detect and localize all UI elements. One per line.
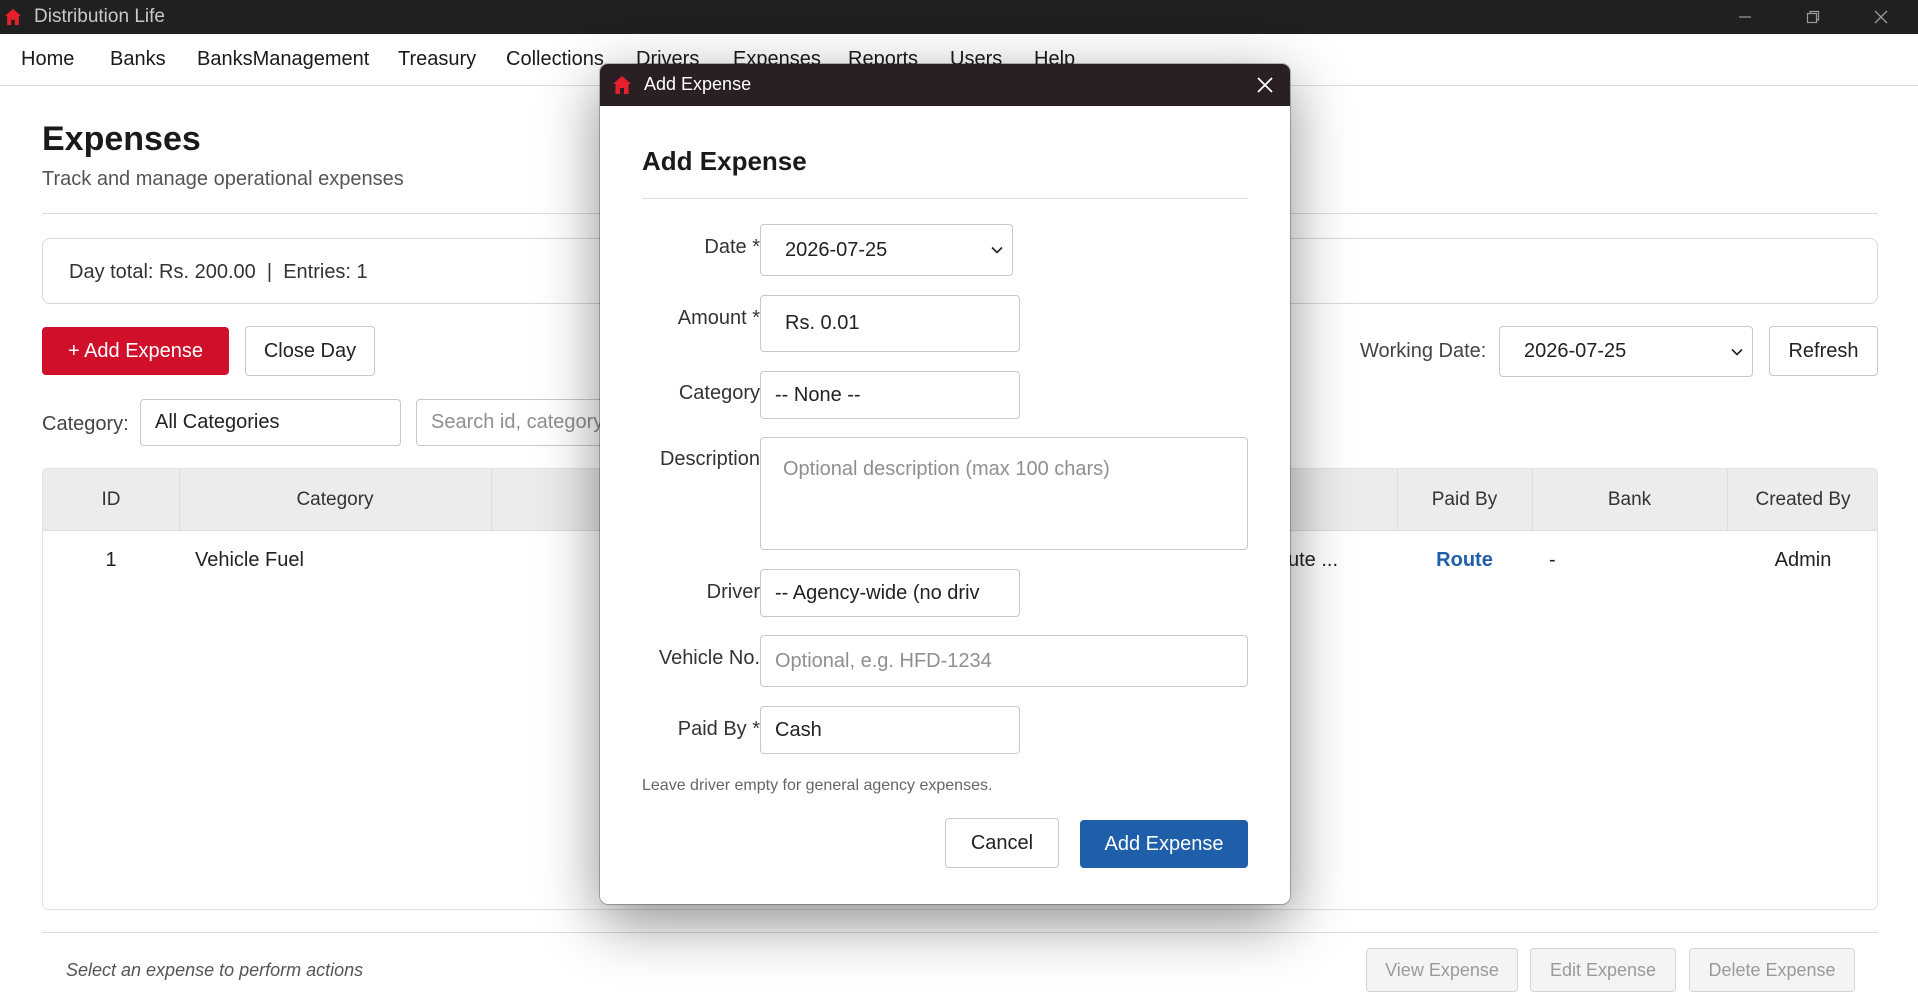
working-date-label: Working Date: bbox=[1360, 340, 1487, 362]
working-date-value: 2026-07-25 bbox=[1524, 340, 1627, 362]
close-icon[interactable] bbox=[1254, 74, 1276, 96]
home-icon bbox=[613, 76, 631, 94]
column-header-category[interactable]: Category bbox=[179, 489, 491, 511]
edit-expense-button[interactable]: Edit Expense bbox=[1530, 948, 1676, 992]
page-subtitle: Track and manage operational expenses bbox=[42, 168, 404, 190]
category-value: -- None -- bbox=[775, 383, 861, 406]
date-value: 2026-07-25 bbox=[785, 238, 888, 261]
driver-label: Driver bbox=[706, 581, 760, 603]
menu-home[interactable]: Home bbox=[21, 48, 74, 71]
menu-treasury[interactable]: Treasury bbox=[398, 48, 476, 71]
cell-paid-by: Route bbox=[1436, 549, 1493, 571]
description-textarea[interactable]: Optional description (max 100 chars) bbox=[760, 437, 1248, 550]
submit-add-expense-button[interactable]: Add Expense bbox=[1080, 820, 1248, 868]
view-expense-button[interactable]: View Expense bbox=[1366, 948, 1518, 992]
refresh-button[interactable]: Refresh bbox=[1769, 326, 1878, 376]
column-header-id[interactable]: ID bbox=[43, 489, 179, 511]
add-expense-button[interactable]: + Add Expense bbox=[42, 327, 229, 375]
window-title: Distribution Life bbox=[34, 6, 165, 27]
page-title: Expenses bbox=[42, 120, 201, 158]
category-select[interactable]: -- None -- bbox=[760, 371, 1020, 419]
date-label: Date * bbox=[704, 236, 760, 258]
category-filter-label: Category: bbox=[42, 413, 129, 435]
category-filter-select[interactable]: All Categories bbox=[140, 399, 401, 446]
minimize-button[interactable] bbox=[1712, 0, 1778, 34]
column-header-created-by[interactable]: Created By bbox=[1727, 489, 1877, 511]
minimize-icon bbox=[1739, 16, 1751, 18]
selection-hint: Select an expense to perform actions bbox=[66, 960, 364, 980]
paid-by-label: Paid By * bbox=[677, 718, 760, 740]
vehicle-placeholder: Optional, e.g. HFD-1234 bbox=[775, 649, 992, 672]
working-date-select[interactable]: 2026-07-25 bbox=[1499, 326, 1753, 377]
paid-by-select[interactable]: Cash bbox=[760, 706, 1020, 754]
close-day-button[interactable]: Close Day bbox=[245, 326, 375, 376]
menu-banks-management[interactable]: BanksManagement bbox=[197, 48, 369, 71]
home-icon bbox=[4, 8, 22, 26]
amount-label: Amount * bbox=[677, 307, 760, 329]
maximize-icon bbox=[1806, 10, 1820, 24]
menu-collections[interactable]: Collections bbox=[506, 48, 604, 71]
cancel-button[interactable]: Cancel bbox=[945, 818, 1059, 868]
search-placeholder: Search id, category, bbox=[431, 411, 608, 433]
description-label: Description bbox=[659, 448, 760, 470]
description-placeholder: Optional description (max 100 chars) bbox=[783, 458, 1110, 480]
column-header-bank[interactable]: Bank bbox=[1532, 489, 1727, 511]
divider bbox=[42, 932, 1878, 933]
cell-created-by: Admin bbox=[1774, 549, 1832, 571]
cell-id: 1 bbox=[105, 549, 117, 571]
search-input[interactable]: Search id, category, bbox=[416, 399, 616, 446]
window-close-button[interactable] bbox=[1848, 0, 1914, 34]
vehicle-input[interactable]: Optional, e.g. HFD-1234 bbox=[760, 635, 1248, 687]
add-expense-dialog: Add Expense Add Expense Date * 2026-07-2… bbox=[600, 64, 1290, 904]
category-filter-value: All Categories bbox=[155, 411, 280, 433]
date-select[interactable]: 2026-07-25 bbox=[760, 224, 1013, 276]
delete-expense-button[interactable]: Delete Expense bbox=[1689, 948, 1855, 992]
column-header-paid-by[interactable]: Paid By bbox=[1397, 489, 1532, 511]
paid-by-value: Cash bbox=[775, 718, 822, 741]
vehicle-label: Vehicle No. bbox=[658, 647, 760, 669]
chevron-down-icon bbox=[1731, 348, 1743, 356]
driver-hint: Leave driver empty for general agency ex… bbox=[642, 777, 993, 794]
dialog-heading: Add Expense bbox=[642, 146, 807, 176]
driver-select[interactable]: -- Agency-wide (no driv bbox=[760, 569, 1020, 617]
amount-input[interactable]: Rs. 0.01 bbox=[760, 295, 1020, 352]
dialog-titlebar: Add Expense bbox=[600, 64, 1290, 106]
maximize-button[interactable] bbox=[1780, 0, 1846, 34]
divider bbox=[642, 198, 1248, 199]
day-summary-text: Day total: Rs. 200.00 | Entries: 1 bbox=[69, 261, 368, 283]
category-label: Category bbox=[678, 382, 760, 404]
cell-description: ute ... bbox=[1288, 549, 1339, 571]
dialog-title: Add Expense bbox=[644, 74, 752, 94]
amount-value: Rs. 0.01 bbox=[785, 312, 860, 334]
cell-category: Vehicle Fuel bbox=[195, 549, 304, 571]
chevron-down-icon bbox=[991, 246, 1003, 254]
cell-bank: - bbox=[1549, 549, 1556, 571]
menu-banks[interactable]: Banks bbox=[110, 48, 166, 71]
close-icon bbox=[1874, 10, 1888, 24]
driver-value: -- Agency-wide (no driv bbox=[775, 581, 980, 604]
window-titlebar: Distribution Life bbox=[0, 0, 1918, 34]
